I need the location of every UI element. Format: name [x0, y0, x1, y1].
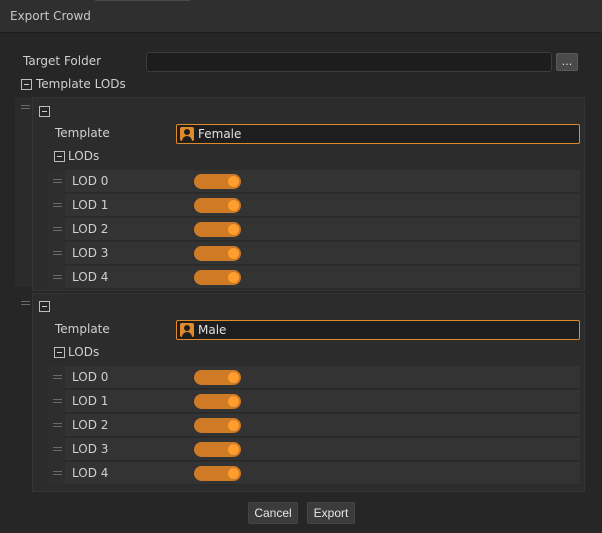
lod-row: LOD 2	[48, 218, 580, 241]
lod-toggle[interactable]	[194, 174, 241, 189]
person-icon	[180, 127, 194, 141]
drag-handle-icon[interactable]	[53, 251, 62, 256]
lods-label: LODs	[68, 149, 100, 163]
toggle-knob	[228, 468, 239, 479]
drag-handle-icon[interactable]	[53, 423, 62, 428]
lod-row: LOD 0	[48, 170, 580, 193]
toggle-knob	[228, 248, 239, 259]
drag-handle-icon[interactable]	[53, 227, 62, 232]
lod-label: LOD 1	[72, 394, 109, 408]
lod-toggle[interactable]	[194, 370, 241, 385]
person-icon	[180, 323, 194, 337]
lod-label: LOD 3	[72, 246, 109, 260]
lod-row: LOD 4	[48, 462, 580, 485]
toggle-knob	[228, 372, 239, 383]
drag-handle-icon[interactable]	[53, 203, 62, 208]
lod-label: LOD 3	[72, 442, 109, 456]
drag-handle-icon[interactable]	[53, 447, 62, 452]
lod-label: LOD 2	[72, 222, 109, 236]
toggle-knob	[228, 444, 239, 455]
lod-row: LOD 1	[48, 390, 580, 413]
toggle-knob	[228, 224, 239, 235]
target-folder-input[interactable]	[146, 52, 552, 72]
browse-folder-button[interactable]: ...	[556, 53, 578, 71]
lod-toggle[interactable]	[194, 270, 241, 285]
lod-row: LOD 1	[48, 194, 580, 217]
group-drag-handle-icon[interactable]	[21, 301, 30, 306]
lod-row: LOD 2	[48, 414, 580, 437]
drag-handle-icon[interactable]	[53, 275, 62, 280]
lod-toggle[interactable]	[194, 222, 241, 237]
drag-handle-icon[interactable]	[53, 399, 62, 404]
lod-toggle[interactable]	[194, 442, 241, 457]
lod-row: LOD 4	[48, 266, 580, 289]
target-folder-label: Target Folder	[23, 54, 102, 68]
drag-handle-icon[interactable]	[53, 179, 62, 184]
export-button[interactable]: Export	[307, 502, 355, 524]
title-bar: Export Crowd	[0, 0, 602, 33]
cancel-button[interactable]: Cancel	[248, 502, 298, 524]
lod-label: LOD 4	[72, 466, 109, 480]
template-field-female[interactable]: Female	[176, 124, 580, 144]
lod-row: LOD 3	[48, 242, 580, 265]
window-title: Export Crowd	[10, 9, 91, 23]
lod-label: LOD 0	[72, 370, 109, 384]
lods-collapse-icon[interactable]	[54, 347, 65, 358]
template-field-male[interactable]: Male	[176, 320, 580, 340]
drag-handle-icon[interactable]	[53, 471, 62, 476]
toggle-knob	[228, 176, 239, 187]
lod-toggle[interactable]	[194, 466, 241, 481]
lod-toggle[interactable]	[194, 198, 241, 213]
lods-collapse-icon[interactable]	[54, 151, 65, 162]
drag-handle-icon[interactable]	[53, 375, 62, 380]
template-lods-collapse-icon[interactable]	[21, 79, 32, 90]
template-label: Template	[55, 126, 110, 140]
toggle-knob	[228, 200, 239, 211]
toggle-knob	[228, 420, 239, 431]
lod-toggle[interactable]	[194, 418, 241, 433]
lod-label: LOD 2	[72, 418, 109, 432]
lod-label: LOD 0	[72, 174, 109, 188]
template-label: Template	[55, 322, 110, 336]
lods-label: LODs	[68, 345, 100, 359]
lod-row: LOD 0	[48, 366, 580, 389]
lod-label: LOD 4	[72, 270, 109, 284]
group-drag-handle-icon[interactable]	[21, 105, 30, 110]
group-collapse-icon[interactable]	[39, 106, 50, 117]
group-collapse-icon[interactable]	[39, 301, 50, 312]
lod-row: LOD 3	[48, 438, 580, 461]
title-bar-tab-indicator	[95, 0, 190, 1]
template-value: Male	[198, 323, 227, 337]
left-gutter	[15, 97, 32, 287]
toggle-knob	[228, 272, 239, 283]
lod-toggle[interactable]	[194, 246, 241, 261]
lod-label: LOD 1	[72, 198, 109, 212]
lod-toggle[interactable]	[194, 394, 241, 409]
template-value: Female	[198, 127, 242, 141]
toggle-knob	[228, 396, 239, 407]
template-lods-label: Template LODs	[36, 77, 126, 91]
